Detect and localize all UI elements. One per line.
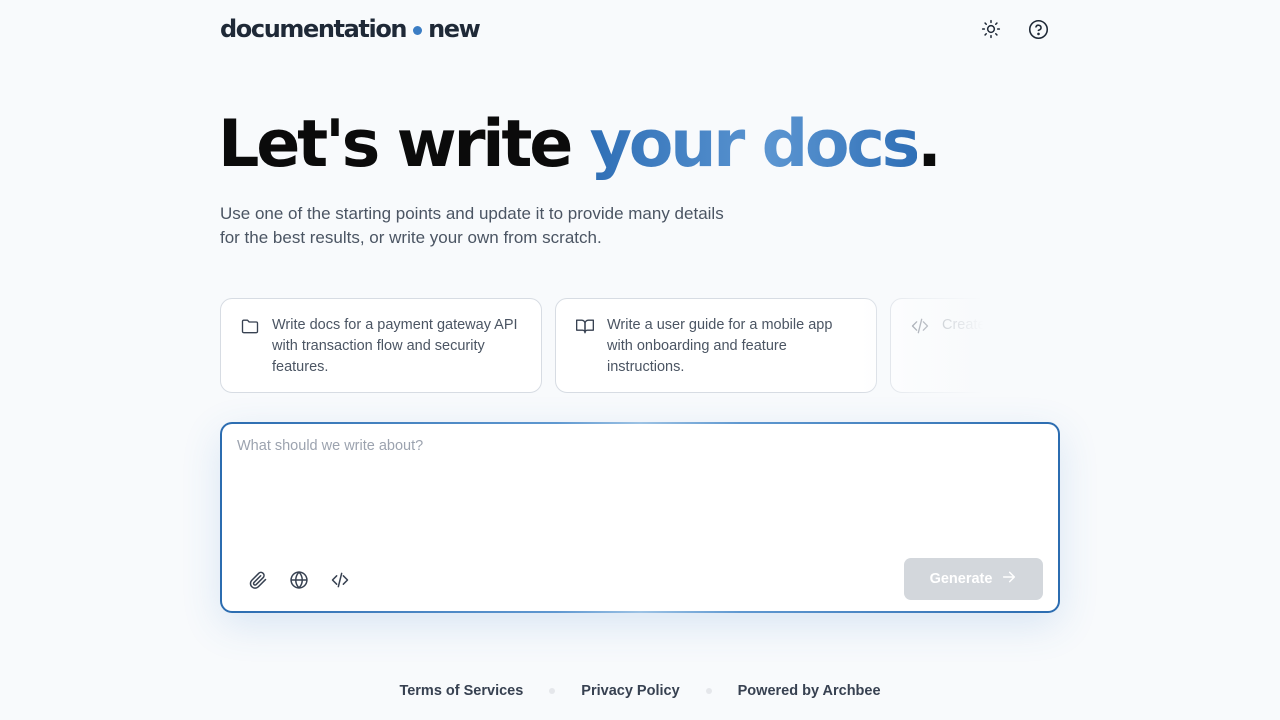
logo-text-right: new xyxy=(428,15,481,43)
footer: Terms of Services Privacy Policy Powered… xyxy=(0,683,1280,699)
paperclip-icon[interactable] xyxy=(247,569,269,591)
hero-highlight: your docs xyxy=(589,107,921,182)
subtitle-line-1: Use one of the starting points and updat… xyxy=(220,204,724,223)
composer-tools xyxy=(247,569,351,591)
suggestion-text: Write a user guide for a mobile app with… xyxy=(607,317,833,375)
suggestion-text: Create API weather d authentica xyxy=(942,317,1060,333)
suggestion-list: Write docs for a payment gateway API wit… xyxy=(220,298,1060,393)
code-icon xyxy=(910,316,932,338)
logo[interactable]: documentation new xyxy=(220,15,481,43)
suggestion-text: Write docs for a payment gateway API wit… xyxy=(272,317,518,375)
hero-end: . xyxy=(917,107,942,182)
suggestions-carousel: Write docs for a payment gateway API wit… xyxy=(220,298,1060,394)
globe-icon[interactable] xyxy=(288,569,310,591)
prompt-input[interactable] xyxy=(222,424,1058,544)
subtitle: Use one of the starting points and updat… xyxy=(220,202,800,250)
footer-separator xyxy=(705,688,712,694)
header-actions xyxy=(979,17,1050,41)
hero-lead: Let's write xyxy=(218,107,590,182)
suggestion-card[interactable]: Write a user guide for a mobile app with… xyxy=(555,298,877,393)
footer-separator xyxy=(549,688,556,694)
suggestion-card[interactable]: Write docs for a payment gateway API wit… xyxy=(220,298,542,393)
help-circle-icon[interactable] xyxy=(1026,17,1050,41)
arrow-right-icon xyxy=(1001,569,1017,589)
sun-icon[interactable] xyxy=(979,17,1003,41)
composer-body: Generate xyxy=(222,424,1058,611)
book-open-icon xyxy=(575,316,597,338)
hero-heading: Let's write your docs. xyxy=(218,105,942,185)
powered-by-link[interactable]: Powered by Archbee xyxy=(738,683,881,699)
folder-icon xyxy=(240,316,262,338)
terms-link[interactable]: Terms of Services xyxy=(399,683,523,699)
subtitle-line-2: for the best results, or write your own … xyxy=(220,228,602,247)
logo-dot xyxy=(413,26,423,35)
generate-label: Generate xyxy=(929,571,993,587)
code-icon[interactable] xyxy=(329,569,351,591)
logo-text-left: documentation xyxy=(220,15,407,43)
header: documentation new xyxy=(220,14,1060,44)
privacy-link[interactable]: Privacy Policy xyxy=(581,683,679,699)
generate-button[interactable]: Generate xyxy=(904,558,1043,600)
composer: Generate xyxy=(220,422,1060,613)
suggestion-card[interactable]: Create API weather d authentica xyxy=(890,298,1060,393)
